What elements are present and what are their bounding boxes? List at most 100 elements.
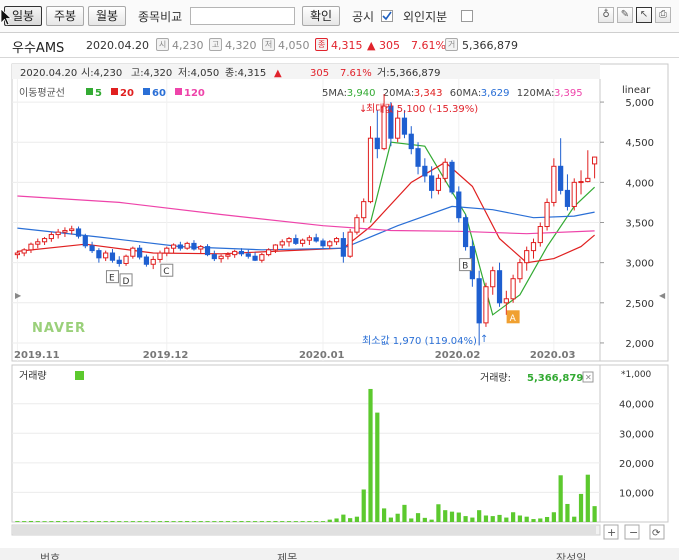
volume-bar (517, 515, 523, 522)
volume-bar (117, 521, 122, 522)
candle-body (21, 249, 27, 254)
candle-body (28, 243, 34, 251)
volume-bar (388, 517, 393, 522)
stock-info-row: 우수AMS 2020.04.20 시 4,230 고 4,320 저 4,050… (0, 33, 679, 58)
naver-logo: NAVER (32, 321, 86, 336)
volume-bar (511, 512, 516, 522)
candle-body (245, 253, 251, 257)
volume-legend-swatch (75, 371, 84, 380)
settings-icon[interactable]: ♁ (598, 7, 614, 23)
pen-icon[interactable]: ✎ (617, 7, 633, 23)
info-open: 4,230 (172, 39, 204, 52)
volume-bar (259, 521, 264, 522)
volume-bar (219, 521, 224, 522)
candle-body (395, 117, 401, 139)
stock-name: 우수AMS (12, 41, 65, 56)
monthly-button[interactable]: 월봉 (88, 6, 126, 26)
cursor-icon[interactable]: ↖ (636, 7, 652, 23)
volume-bar (314, 521, 319, 522)
price-tick-label: 2,500 (625, 299, 654, 310)
ma-value-label: 60MA: (450, 88, 481, 99)
candle-body (551, 165, 557, 203)
volume-bar (578, 493, 584, 522)
volume-bar (334, 518, 339, 522)
candle-body (503, 298, 509, 304)
volume-bar (585, 474, 590, 522)
volume-bar (178, 521, 183, 522)
price-tick-label: 3,500 (625, 219, 654, 230)
volume-bar (565, 503, 570, 522)
stock-chart[interactable]: 2020.04.20 시:4,230 고:4,320 저:4,050 종:4,3… (0, 58, 679, 560)
volume-bar (273, 521, 278, 522)
volume-bar (252, 521, 258, 522)
volume-bar (395, 513, 400, 522)
volume-bar (463, 516, 468, 522)
candle-body (340, 238, 346, 257)
scrollbar-thumb[interactable] (12, 526, 596, 534)
candle-body (198, 246, 204, 250)
candle-body (150, 258, 156, 265)
volume-bar (171, 521, 176, 522)
candle-body (327, 241, 333, 247)
volume-bar (123, 521, 129, 522)
volume-bar (198, 521, 203, 522)
volume-bar (185, 521, 190, 522)
volume-bar (429, 519, 434, 522)
candle-body (55, 231, 61, 236)
ma-value-label: 20MA: (383, 88, 414, 99)
scroll-right-icon[interactable]: ◀ (659, 291, 666, 300)
compare-label: 종목비교 (138, 10, 183, 24)
volume-bar (504, 517, 509, 522)
ma-legend-swatch (175, 88, 182, 95)
volume-bar (205, 521, 210, 522)
disclosure-checkbox[interactable] (381, 10, 393, 22)
high-tag: 고 (209, 38, 222, 51)
volume-bar (415, 513, 421, 522)
volume-bar (130, 521, 135, 522)
volume-bar (191, 521, 197, 522)
compare-input[interactable] (190, 7, 295, 25)
volume-value: 5,366,879 (527, 373, 583, 384)
volume-tag: 거 (445, 38, 458, 51)
header-high: 고:4,320 (131, 68, 172, 79)
volume-bar (538, 518, 543, 522)
candle-body (109, 252, 116, 261)
candle-body (191, 242, 197, 250)
candle-body (408, 133, 414, 150)
top-toolbar: 일봉 주봉 월봉 종목비교 확인 공시 외인지분 ♁ ✎ ↖ ⎙ (0, 0, 679, 33)
candle-body (354, 217, 360, 233)
candle-body (130, 247, 136, 257)
volume-bar (164, 521, 169, 522)
disclosure-label: 공시 (352, 10, 375, 24)
ma-value-label: 5MA: (322, 88, 347, 99)
scale-label[interactable]: linear (622, 85, 651, 96)
candle-body (517, 262, 523, 280)
volume-bar (307, 521, 312, 522)
candle-body (204, 246, 211, 256)
volume-bar (239, 521, 244, 522)
volume-bar (56, 521, 61, 522)
candle-body (415, 148, 421, 167)
candle-body (510, 278, 516, 300)
print-icon[interactable]: ⎙ (655, 7, 671, 23)
volume-bar (456, 512, 461, 522)
candle-body (564, 189, 571, 207)
volume-bar (361, 489, 366, 522)
volume-bar (490, 516, 495, 522)
volume-bar (69, 521, 74, 522)
volume-bar (96, 521, 101, 522)
price-tick-label: 4,500 (625, 138, 654, 149)
x-tick-label: 2020.02 (435, 350, 481, 361)
candle-body (184, 242, 190, 249)
candle-body (225, 254, 231, 257)
candle-body (69, 228, 75, 232)
weekly-button[interactable]: 주봉 (46, 6, 84, 26)
volume-bar (280, 521, 285, 522)
volume-bar (470, 517, 475, 522)
volume-tick-label: 40,000 (619, 400, 654, 411)
confirm-button[interactable]: 확인 (302, 6, 340, 26)
scroll-left-icon[interactable]: ▶ (15, 291, 22, 300)
foreign-checkbox[interactable] (461, 10, 473, 22)
volume-bar (144, 521, 149, 522)
x-tick-label: 2019.12 (143, 350, 189, 361)
